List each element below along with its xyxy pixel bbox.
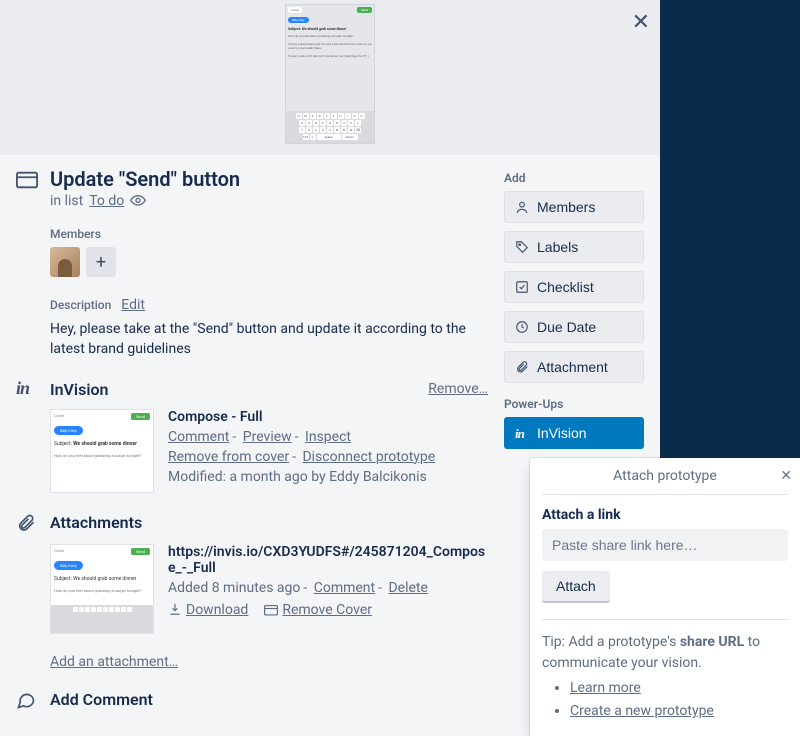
attachments-section-title: Attachments (50, 513, 488, 532)
invision-logo-icon: in (515, 426, 529, 440)
popover-divider (542, 619, 788, 620)
attachment-remove-cover-link[interactable]: Remove Cover (264, 602, 372, 620)
attachment-comment-link[interactable]: Comment (314, 580, 375, 596)
sidebar-attachment-button[interactable]: Attachment (504, 351, 644, 383)
card-title[interactable]: Update "Send" button (50, 167, 240, 191)
invision-remove-cover-link[interactable]: Remove from cover (168, 449, 289, 465)
invision-attachment-title[interactable]: Compose - Full (168, 409, 488, 425)
sidebar-invision-button[interactable]: in InVision (504, 417, 644, 449)
attach-link-label: Attach a link (542, 507, 788, 523)
learn-more-link[interactable]: Learn more (570, 680, 641, 696)
attach-prototype-popover: Attach prototype ✕ Attach a link Attach … (530, 458, 800, 736)
popover-title: Attach prototype (613, 468, 717, 484)
comment-icon (16, 690, 38, 714)
attachment-delete-link[interactable]: Delete (388, 580, 427, 596)
attachment-icon (16, 513, 38, 537)
mockup-body-line: I know a great place and it's only a few… (286, 41, 374, 53)
close-icon[interactable]: ✕ (632, 10, 650, 35)
description-text[interactable]: Hey, please take at the "Send" button an… (50, 319, 488, 360)
sidebar-duedate-button[interactable]: Due Date (504, 311, 644, 343)
create-prototype-link[interactable]: Create a new prototype (570, 703, 714, 719)
clock-icon (515, 320, 529, 334)
sidebar-members-button[interactable]: Members (504, 191, 644, 223)
mockup-body-line: I have to stay a bit late, but how about… (286, 53, 374, 61)
watch-icon[interactable] (130, 194, 146, 208)
sidebar-powerups-header: Power-Ups (504, 397, 644, 411)
invision-remove-link[interactable]: Remove… (428, 381, 488, 397)
invision-disconnect-link[interactable]: Disconnect prototype (302, 449, 435, 465)
sidebar-checklist-button[interactable]: Checklist (504, 271, 644, 303)
invision-preview-link[interactable]: Preview (243, 429, 292, 445)
checklist-icon (515, 280, 529, 294)
paperclip-icon (515, 360, 529, 374)
add-member-button[interactable]: + (86, 247, 116, 277)
members-icon (515, 200, 529, 214)
invision-inspect-link[interactable]: Inspect (305, 429, 351, 445)
attachment-title[interactable]: https://invis.io/CXD3YUDFS#/245871204_Co… (168, 544, 488, 576)
mockup-body-line: How do you feel about grabbing a burger … (286, 33, 374, 41)
attachment-added-meta: Added 8 minutes ago (168, 580, 300, 596)
attachment-download-link[interactable]: Download (168, 602, 248, 620)
card-main-column: Update "Send" button in list To do Membe… (16, 167, 488, 709)
sidebar-labels-button[interactable]: Labels (504, 231, 644, 263)
attachment-thumbnail[interactable]: CloseSend Billy Kiely Subject: We should… (50, 544, 154, 634)
cover-image-mockup[interactable]: Close Send Billy Kiely Subject: We should… (285, 4, 375, 144)
mockup-send: Send (357, 7, 372, 13)
card-icon (16, 171, 38, 189)
invision-modified-meta: Modified: a month ago by Eddy Balcikonis (168, 469, 488, 485)
invision-comment-link[interactable]: Comment (168, 429, 229, 445)
edit-description-link[interactable]: Edit (121, 297, 145, 313)
popover-close-icon[interactable]: ✕ (780, 468, 792, 484)
popover-tip: Tip: Add a prototype's share URL to comm… (542, 632, 788, 722)
list-link[interactable]: To do (89, 193, 124, 209)
mockup-subject: Subject: We should grab some dinner (286, 25, 374, 33)
invision-thumbnail[interactable]: CloseSend Billy Kiely Subject: We should… (50, 409, 154, 493)
add-attachment-link[interactable]: Add an attachment… (50, 654, 178, 670)
add-comment-title: Add Comment (50, 690, 488, 709)
mockup-close: Close (288, 7, 302, 13)
member-avatar[interactable] (50, 247, 80, 277)
mockup-recipient-pill: Billy Kiely (288, 17, 309, 23)
mockup-keyboard: QWERTYUIOP ASDFGHJKL ⇧ZXCVBNM⌫ 123☺space… (286, 111, 374, 143)
labels-icon (515, 240, 529, 254)
download-icon (168, 602, 182, 620)
attach-button[interactable]: Attach (542, 571, 610, 603)
share-link-input[interactable] (542, 529, 788, 561)
card-cover: ✕ Close Send Billy Kiely Subject: We shou… (0, 0, 660, 155)
card-list-location: in list To do (50, 193, 488, 209)
sidebar-add-header: Add (504, 171, 644, 185)
invision-section-title: InVision (50, 380, 108, 399)
members-label: Members (50, 227, 488, 241)
invision-icon: in (16, 378, 38, 399)
cover-icon (264, 604, 278, 620)
description-label: Description (50, 298, 111, 312)
